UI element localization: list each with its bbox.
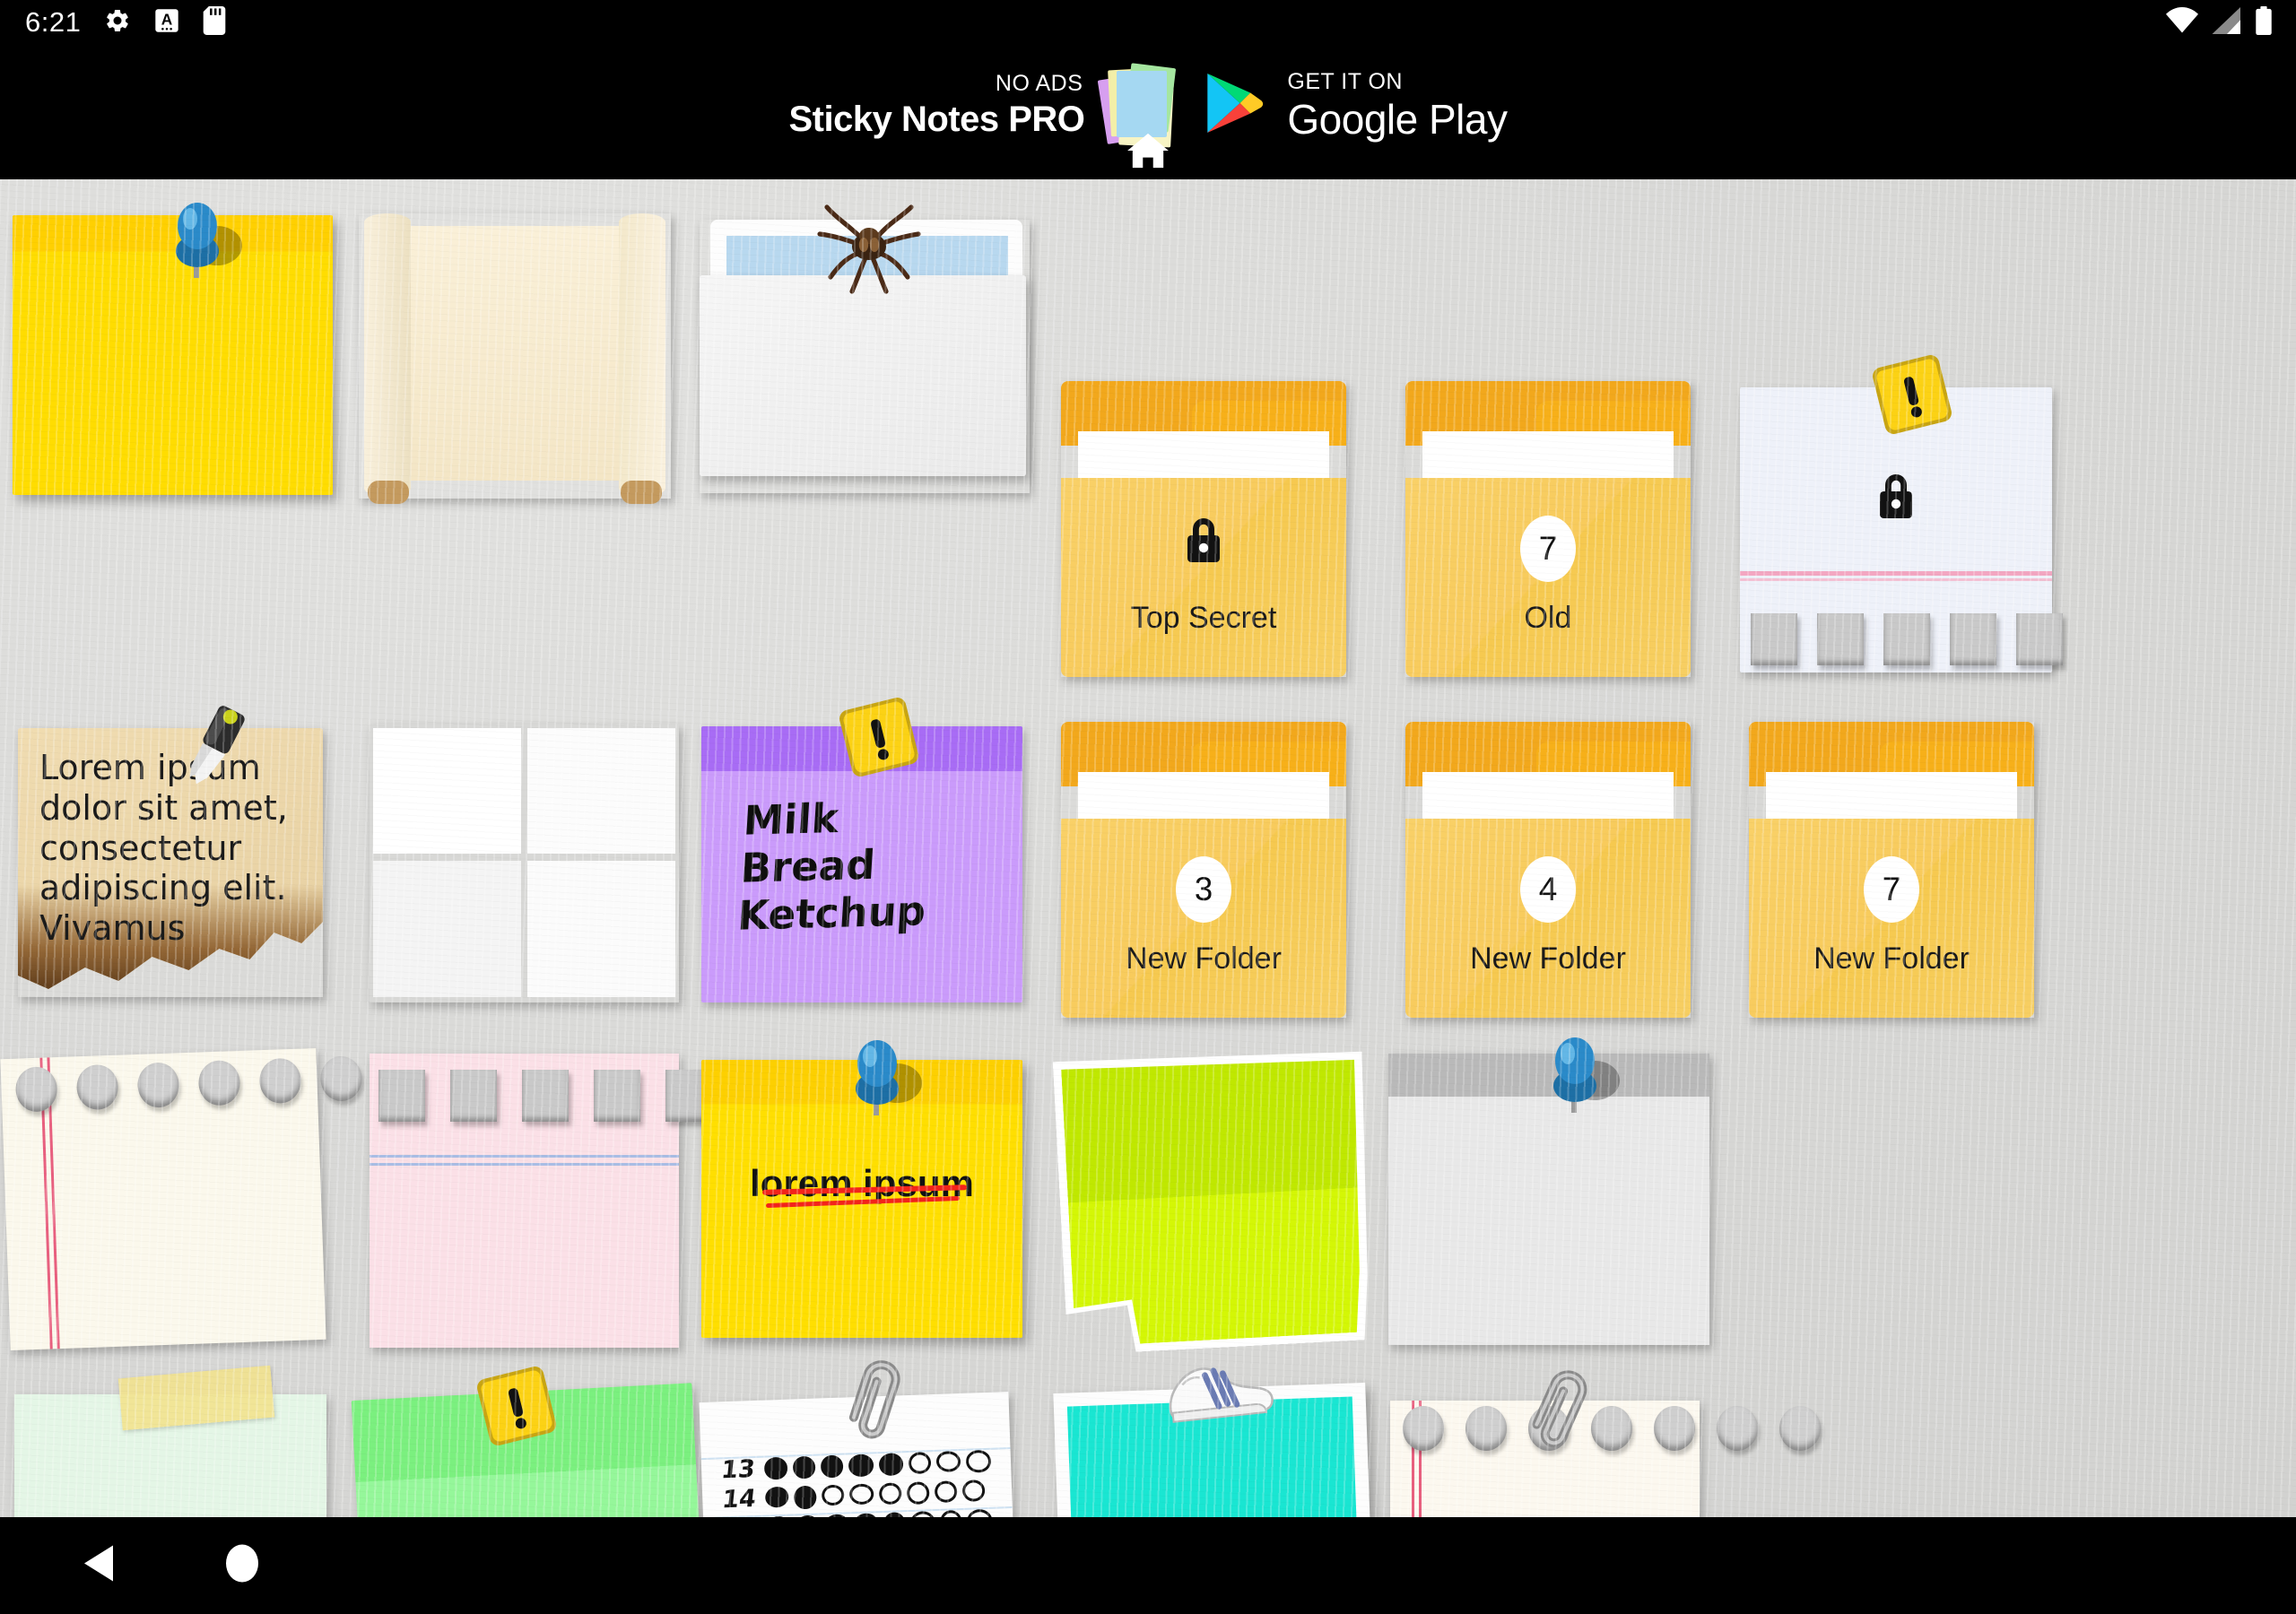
blue-pushpin-icon	[836, 1035, 906, 1112]
ad-app-title: Sticky Notes PRO	[789, 101, 1085, 137]
system-nav-bar[interactable]	[0, 1517, 2296, 1614]
april-dot-empty	[878, 1481, 903, 1506]
ad-no-ads-label: NO ADS	[996, 73, 1083, 95]
folder-new-7[interactable]: 7 New Folder	[1749, 722, 2034, 1018]
april-dots	[765, 1480, 986, 1511]
ad-get-it-on-label: GET IT ON	[1287, 71, 1507, 93]
april-dot-empty	[935, 1480, 958, 1503]
april-dot-empty	[821, 1483, 845, 1506]
spiral-holes	[15, 1054, 423, 1113]
spider-sticker-icon	[813, 200, 926, 303]
folder-label-strip	[1078, 431, 1329, 478]
april-dot-empty	[967, 1509, 992, 1517]
folder-new-4[interactable]: 4 New Folder	[1405, 722, 1691, 1018]
april-dot-filled	[793, 1485, 817, 1510]
april-dot-rows: 13141516171819	[721, 1446, 999, 1517]
sneaker-sticker-icon	[1164, 1359, 1281, 1441]
april-dot-filled	[820, 1454, 844, 1479]
paperclip-icon	[839, 1359, 939, 1450]
folder-label-strip	[1766, 772, 2017, 819]
ad-store-text: GET IT ON Google Play	[1287, 71, 1507, 140]
status-bar-left: 6:21 A	[0, 6, 226, 39]
april-day-label: 13	[720, 1455, 766, 1485]
ad-left-text: NO ADS Sticky Notes PRO	[789, 73, 1085, 137]
status-clock: 6:21	[25, 6, 81, 39]
lock-icon	[1873, 470, 1919, 526]
april-dot-empty	[849, 1483, 874, 1504]
april-dot-empty	[906, 1480, 931, 1506]
gear-icon	[104, 7, 131, 39]
paperclip-icon	[1523, 1370, 1623, 1461]
april-dot-filled	[793, 1456, 815, 1479]
ad-store-label: Google Play	[1287, 99, 1507, 140]
folder-count-badge: 4	[1520, 856, 1576, 923]
folder-label: New Folder	[1749, 941, 2034, 976]
lock-icon	[1180, 514, 1227, 570]
warning-sticker-icon	[470, 1359, 545, 1435]
april-dot-empty	[962, 1480, 985, 1501]
april-dot-filled	[764, 1457, 787, 1480]
april-day-label: 14	[721, 1485, 767, 1514]
note-text: lorem ipsum	[701, 1162, 1022, 1205]
note-text: Milk Bread Ketchup	[736, 792, 933, 940]
marker-pen-icon	[169, 701, 255, 804]
blue-pushpin-icon	[1534, 1032, 1604, 1109]
warning-sticker-icon	[832, 690, 908, 766]
folder-new-3[interactable]: 3 New Folder	[1061, 722, 1346, 1018]
home-icon[interactable]	[1126, 132, 1170, 174]
april-dots	[764, 1450, 992, 1480]
folder-label-strip	[1422, 431, 1674, 478]
folder-old[interactable]: 7 Old	[1405, 381, 1691, 677]
folder-label-strip	[1422, 772, 1674, 819]
status-bar-right	[2165, 6, 2296, 39]
warning-sticker-icon	[1866, 348, 1941, 423]
april-dot-empty	[966, 1450, 992, 1473]
folder-top-secret[interactable]: Top Secret	[1061, 381, 1346, 677]
nav-back-button[interactable]	[81, 1544, 115, 1588]
folder-label-strip	[1078, 772, 1329, 819]
folder-label: New Folder	[1405, 941, 1691, 976]
folder-label: Top Secret	[1061, 601, 1346, 636]
folder-count-badge: 3	[1176, 856, 1231, 923]
april-dot-filled	[764, 1485, 790, 1509]
april-dot-filled	[878, 1453, 904, 1477]
torn-holes	[1751, 613, 2063, 665]
sd-card-icon	[203, 6, 226, 39]
battery-icon	[2255, 6, 2273, 39]
status-bar: 6:21 A	[0, 0, 2296, 45]
google-play-triangle-icon	[1205, 70, 1264, 141]
april-dot-empty	[909, 1510, 935, 1517]
april-dot-filled	[848, 1453, 874, 1477]
blue-pushpin-icon	[156, 197, 226, 274]
april-dot-empty	[935, 1451, 961, 1472]
wifi-icon	[2165, 7, 2199, 39]
nav-home-button[interactable]	[224, 1543, 260, 1589]
folder-count-badge: 7	[1864, 856, 1919, 923]
april-dot-empty	[908, 1451, 933, 1475]
svg-text:A: A	[161, 10, 173, 28]
folder-label: New Folder	[1061, 941, 1346, 976]
pad-holes	[378, 1070, 712, 1122]
folder-label: Old	[1405, 601, 1691, 636]
notes-board[interactable]: Top Secret 7 Old Lorem dolor sit amet, c…	[0, 179, 2296, 1517]
folder-body	[1061, 478, 1346, 677]
april-dot-empty	[940, 1510, 963, 1517]
ad-banner[interactable]: NO ADS Sticky Notes PRO GET IT ON Google…	[0, 45, 2296, 179]
font-size-icon: A	[154, 7, 179, 39]
cellular-signal-icon	[2212, 7, 2242, 39]
folder-count-badge: 7	[1520, 516, 1576, 582]
